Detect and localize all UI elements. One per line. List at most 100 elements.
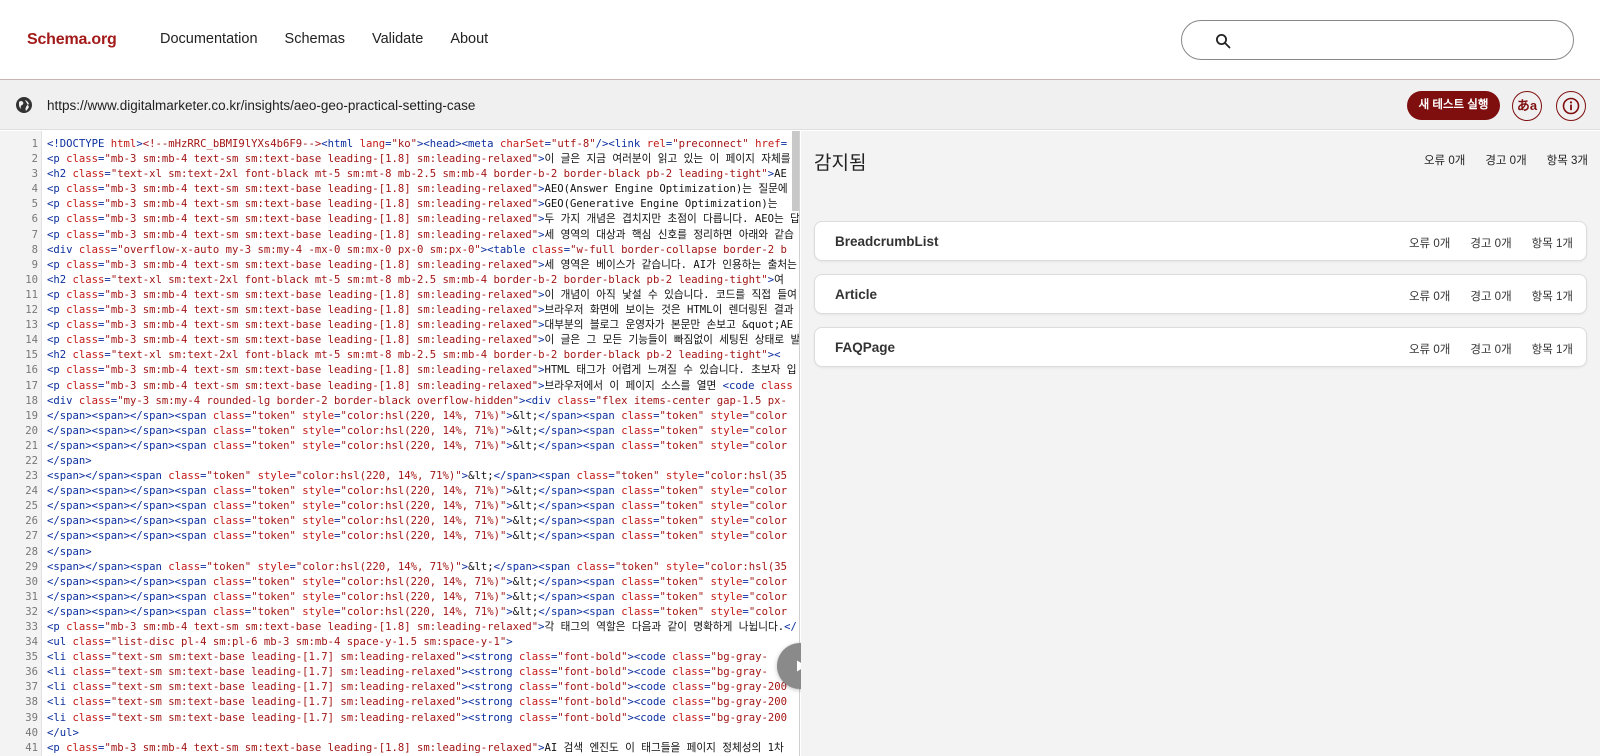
code-line: 35 <li class="text-sm sm:text-base leadin… xyxy=(0,650,799,665)
card-items: 항목 1개 xyxy=(1531,344,1573,356)
card-warnings: 경고 0개 xyxy=(1470,344,1512,356)
line-number: 31 xyxy=(25,590,38,603)
line-number: 19 xyxy=(25,409,38,422)
code-line: 6 <p class="mb-3 sm:mb-4 text-sm sm:text-… xyxy=(0,212,799,227)
code-text: <div class="overflow-x-auto my-3 sm:my-4… xyxy=(47,243,787,256)
code-text: <p class="mb-3 sm:mb-4 text-sm sm:text-b… xyxy=(47,198,778,211)
tested-url[interactable]: https://www.digitalmarketer.co.kr/insigh… xyxy=(47,98,475,113)
info-button[interactable] xyxy=(1556,91,1586,121)
code-line: 30 </span><span></span><span class="token… xyxy=(0,575,799,590)
nav-link-about[interactable]: About xyxy=(450,31,488,47)
code-text: <li class="text-sm sm:text-base leading-… xyxy=(47,651,768,664)
line-number: 29 xyxy=(25,560,38,573)
summary-items: 항목 3개 xyxy=(1546,155,1588,167)
line-number: 10 xyxy=(25,273,38,286)
code-text: </span><span></span><span class="token" … xyxy=(47,439,788,452)
source-code-panel[interactable]: 1 <!DOCTYPE html><!--mHzRRC_bBMI9lYXs4b6F… xyxy=(0,131,800,756)
line-number: 34 xyxy=(25,636,38,649)
code-text: <p class="mb-3 sm:mb-4 text-sm sm:text-b… xyxy=(47,379,793,392)
code-line: 18 <div class="my-3 sm:my-4 rounded-lg bo… xyxy=(0,394,799,409)
line-number: 8 xyxy=(31,243,38,256)
card-errors: 오류 0개 xyxy=(1408,291,1451,303)
language-button[interactable]: あa xyxy=(1512,91,1542,121)
line-number: 14 xyxy=(25,334,38,347)
code-text: <p class="mb-3 sm:mb-4 text-sm sm:text-b… xyxy=(47,741,784,754)
line-number: 25 xyxy=(25,500,38,513)
code-text: <h2 class="text-xl sm:text-2xl font-blac… xyxy=(47,273,784,286)
info-icon xyxy=(1562,97,1580,115)
nav-links: Documentation Schemas Validate About xyxy=(160,31,488,47)
code-line: 36 <li class="text-sm sm:text-base leadin… xyxy=(0,665,799,680)
code-line: 23 <span></span><span class="token" style… xyxy=(0,469,799,484)
code-line: 32 </span><span></span><span class="token… xyxy=(0,605,799,620)
card-items: 항목 1개 xyxy=(1531,291,1573,303)
code-line: 7 <p class="mb-3 sm:mb-4 text-sm sm:text-… xyxy=(0,228,799,243)
card-warnings: 경고 0개 xyxy=(1470,238,1512,250)
card-warnings: 경고 0개 xyxy=(1470,291,1512,303)
globe-icon xyxy=(16,97,32,113)
line-number: 36 xyxy=(25,666,38,679)
line-number: 26 xyxy=(25,515,38,528)
search-input[interactable] xyxy=(1242,29,1552,51)
line-number: 2 xyxy=(31,153,38,166)
code-text: </span> xyxy=(47,545,92,558)
card-errors: 오류 0개 xyxy=(1408,344,1451,356)
code-line: 5 <p class="mb-3 sm:mb-4 text-sm sm:text-… xyxy=(0,197,799,212)
code-line: 20 </span><span></span><span class="token… xyxy=(0,424,799,439)
line-number: 12 xyxy=(25,304,38,317)
code-text: <p class="mb-3 sm:mb-4 text-sm sm:text-b… xyxy=(47,228,794,241)
code-line: 3 <h2 class="text-xl sm:text-2xl font-bla… xyxy=(0,167,799,182)
code-text: <h2 class="text-xl sm:text-2xl font-blac… xyxy=(47,168,787,181)
code-text: <p class="mb-3 sm:mb-4 text-sm sm:text-b… xyxy=(47,153,791,166)
code-text: <div class="my-3 sm:my-4 rounded-lg bord… xyxy=(47,394,787,407)
code-line: 26 </span><span></span><span class="token… xyxy=(0,514,799,529)
result-card-article[interactable]: Article 오류 0개 경고 0개 항목 1개 xyxy=(814,274,1587,314)
line-number: 30 xyxy=(25,575,38,588)
code-text: </span><span></span><span class="token" … xyxy=(47,515,788,528)
search-box[interactable] xyxy=(1181,20,1574,60)
line-number: 23 xyxy=(25,470,38,483)
line-number: 40 xyxy=(25,726,38,739)
line-number: 22 xyxy=(25,454,38,467)
code-text: <p class="mb-3 sm:mb-4 text-sm sm:text-b… xyxy=(47,288,797,301)
code-line: 16 <p class="mb-3 sm:mb-4 text-sm sm:text… xyxy=(0,363,799,378)
code-line: 17 <p class="mb-3 sm:mb-4 text-sm sm:text… xyxy=(0,379,799,394)
logo-link[interactable]: Schema.org xyxy=(27,31,117,49)
result-card-breadcrumblist[interactable]: BreadcrumbList 오류 0개 경고 0개 항목 1개 xyxy=(814,221,1587,261)
code-scrollbar[interactable] xyxy=(792,131,799,211)
result-card-faqpage[interactable]: FAQPage 오류 0개 경고 0개 항목 1개 xyxy=(814,327,1587,367)
line-number: 5 xyxy=(31,198,38,211)
top-navigation: Schema.org Documentation Schemas Validat… xyxy=(0,0,1600,80)
code-line: 9 <p class="mb-3 sm:mb-4 text-sm sm:text-… xyxy=(0,258,799,273)
url-bar: https://www.digitalmarketer.co.kr/insigh… xyxy=(0,80,1600,130)
code-line: 41 <p class="mb-3 sm:mb-4 text-sm sm:text… xyxy=(0,741,799,756)
code-line: 14 <p class="mb-3 sm:mb-4 text-sm sm:text… xyxy=(0,333,799,348)
code-line: 25 </span><span></span><span class="token… xyxy=(0,499,799,514)
line-number: 16 xyxy=(25,364,38,377)
line-number: 11 xyxy=(25,288,38,301)
search-icon xyxy=(1216,34,1231,49)
line-number: 39 xyxy=(25,711,38,724)
result-card-name: Article xyxy=(835,287,878,302)
code-text: </span><span></span><span class="token" … xyxy=(47,424,788,437)
code-text: </span><span></span><span class="token" … xyxy=(47,500,788,513)
nav-link-validate[interactable]: Validate xyxy=(372,31,423,47)
code-line: 33 <p class="mb-3 sm:mb-4 text-sm sm:text… xyxy=(0,620,799,635)
code-text: </ul> xyxy=(47,726,79,739)
code-line: 34 <ul class="list-disc pl-4 sm:pl-6 mb-3… xyxy=(0,635,799,650)
run-new-test-button[interactable]: 새 테스트 실행 xyxy=(1407,91,1500,120)
code-line: 22 </span> xyxy=(0,454,799,469)
summary-warnings: 경고 0개 xyxy=(1485,155,1527,167)
line-number: 7 xyxy=(31,228,38,241)
code-line: 37 <li class="text-sm sm:text-base leadin… xyxy=(0,680,799,695)
code-line: 1 <!DOCTYPE html><!--mHzRRC_bBMI9lYXs4b6F… xyxy=(0,137,799,152)
code-text: <span></span><span class="token" style="… xyxy=(47,470,788,483)
code-line: 39 <li class="text-sm sm:text-base leadin… xyxy=(0,711,799,726)
code-line: 38 <li class="text-sm sm:text-base leadin… xyxy=(0,695,799,710)
code-line: 27 </span><span></span><span class="token… xyxy=(0,529,799,544)
line-number: 33 xyxy=(25,621,38,633)
code-text: <p class="mb-3 sm:mb-4 text-sm sm:text-b… xyxy=(47,258,797,271)
nav-link-schemas[interactable]: Schemas xyxy=(285,31,345,47)
nav-link-documentation[interactable]: Documentation xyxy=(160,31,258,47)
line-number: 38 xyxy=(25,696,38,709)
